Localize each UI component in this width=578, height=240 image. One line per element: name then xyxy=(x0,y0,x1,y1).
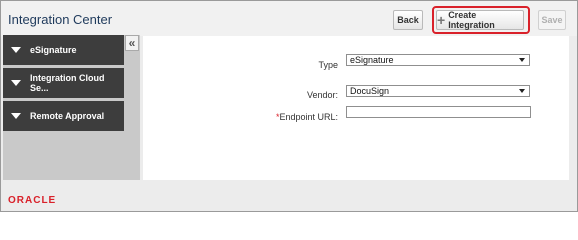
integration-form: Type eSignature Vendor: DocuSign *Endpoi… xyxy=(143,36,569,180)
type-select[interactable]: eSignature xyxy=(346,54,530,66)
chevron-down-icon xyxy=(11,47,21,53)
vendor-select-value: DocuSign xyxy=(350,86,390,96)
oracle-logo: ORACLE xyxy=(8,195,57,206)
chevron-down-icon xyxy=(11,113,21,119)
back-button[interactable]: Back xyxy=(393,10,423,30)
sidebar-item-remote-approval[interactable]: Remote Approval xyxy=(3,101,124,131)
create-integration-button[interactable]: + Create Integration xyxy=(436,10,524,30)
page-title: Integration Center xyxy=(8,12,113,27)
endpoint-url-input[interactable] xyxy=(346,106,531,118)
header-bar: Integration Center Back + Create Integra… xyxy=(1,1,577,36)
type-select-value: eSignature xyxy=(350,55,394,65)
save-button[interactable]: Save xyxy=(538,10,566,30)
endpoint-url-label: *Endpoint URL: xyxy=(263,112,338,122)
sidebar-item-integration-cloud[interactable]: Integration Cloud Se... xyxy=(3,68,124,98)
vendor-label: Vendor: xyxy=(306,90,338,100)
sidebar: eSignature Integration Cloud Se... Remot… xyxy=(3,35,140,180)
endpoint-url-label-text: Endpoint URL: xyxy=(279,112,338,122)
chevron-down-icon xyxy=(11,80,21,86)
dropdown-arrow-icon xyxy=(519,58,525,62)
plus-icon: + xyxy=(437,12,446,28)
vendor-select[interactable]: DocuSign xyxy=(346,85,530,97)
dropdown-arrow-icon xyxy=(519,89,525,93)
sidebar-item-esignature[interactable]: eSignature xyxy=(3,35,124,65)
app-window: Integration Center Back + Create Integra… xyxy=(0,0,578,212)
create-integration-label: Create Integration xyxy=(448,10,495,30)
sidebar-item-label: Integration Cloud Se... xyxy=(30,73,105,93)
collapse-sidebar-icon[interactable]: « xyxy=(125,35,139,51)
sidebar-item-label: eSignature xyxy=(30,45,77,55)
sidebar-item-label: Remote Approval xyxy=(30,111,105,121)
type-label: Type xyxy=(318,60,338,70)
